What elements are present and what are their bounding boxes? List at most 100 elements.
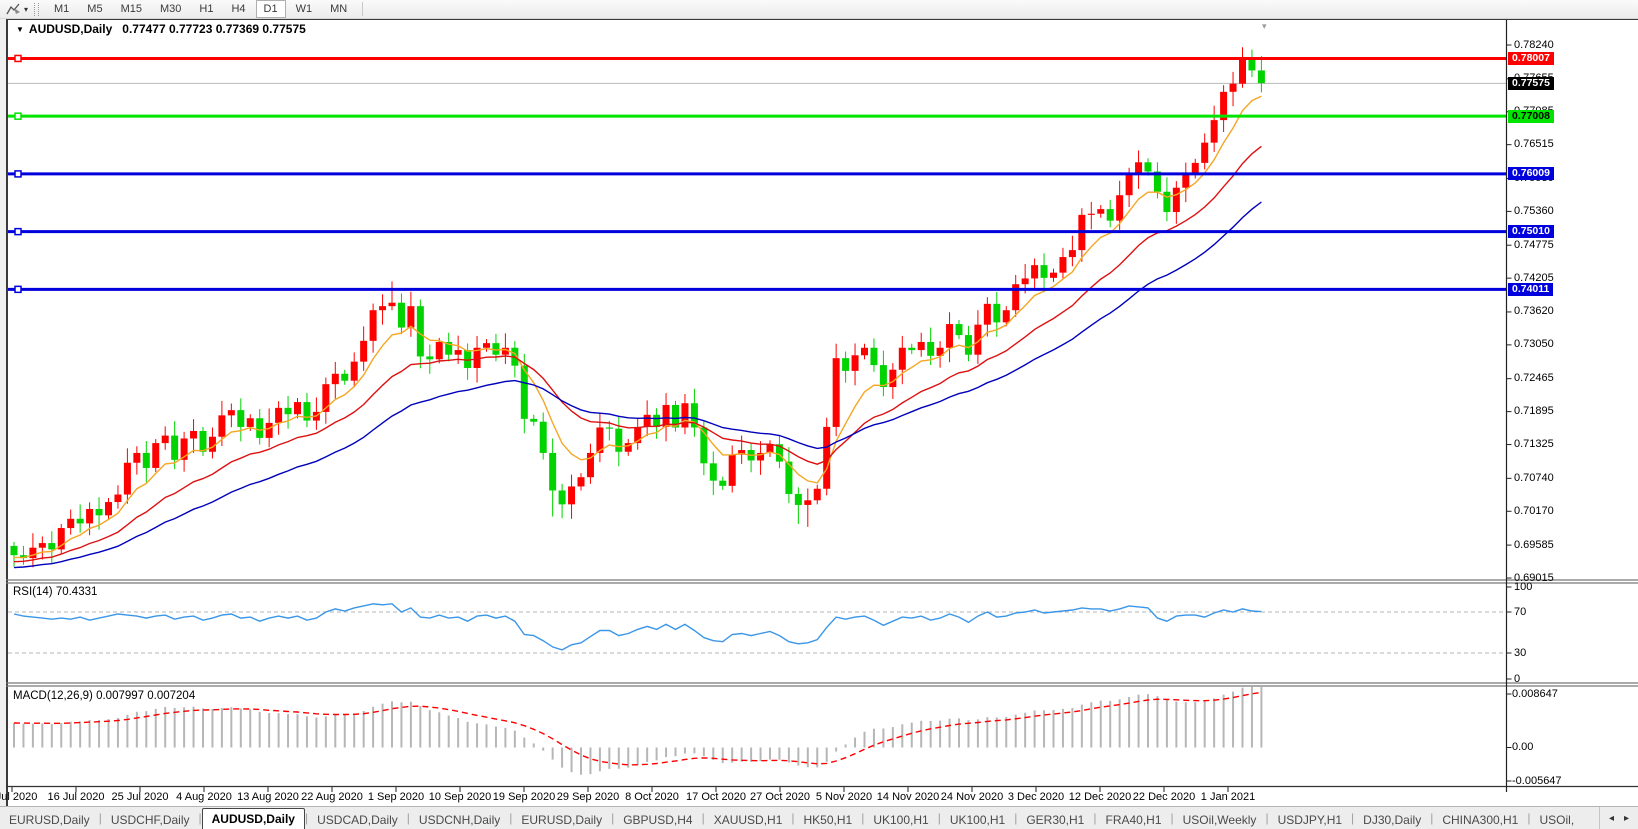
candle-body (407, 306, 414, 327)
tab-scroll-right-icon[interactable]: ▸ (1619, 813, 1634, 824)
timeframe-button-w1[interactable]: W1 (288, 0, 321, 18)
tab-uk100-h1[interactable]: UK100,H1 (864, 811, 937, 829)
candle-body (568, 486, 575, 504)
tab-uk100-h1[interactable]: UK100,H1 (941, 811, 1014, 829)
tab-audusd-daily[interactable]: AUDUSD,Daily (202, 808, 305, 829)
chart-title: ▼AUDUSD,Daily0.77477 0.77723 0.77369 0.7… (16, 22, 306, 36)
candle-body (351, 362, 358, 381)
timeframe-button-h4[interactable]: H4 (223, 0, 253, 18)
candle-body (861, 348, 868, 356)
candle-body (719, 481, 726, 486)
candle-body (11, 546, 18, 555)
candle-body (67, 519, 74, 528)
tab-fra40-h1[interactable]: FRA40,H1 (1096, 811, 1170, 829)
candle-body (1145, 162, 1152, 171)
candle-body (152, 443, 159, 468)
candle-body (29, 548, 36, 558)
candle-body (39, 543, 46, 548)
candle-body (993, 304, 1000, 322)
candle-body (644, 415, 651, 427)
candle-body (852, 355, 859, 371)
candle-body (256, 418, 263, 438)
candle-body (814, 489, 821, 501)
timeframe-button-m30[interactable]: M30 (152, 0, 189, 18)
candle-body (200, 431, 207, 452)
candle-body (1239, 59, 1246, 84)
moving-average-fast (14, 96, 1261, 557)
candle-body (464, 350, 471, 368)
candle-body (1088, 214, 1095, 215)
chart-title-dropdown-icon[interactable]: ▼ (16, 25, 24, 34)
candle-body (86, 509, 93, 523)
tab-gbpusd-h4[interactable]: GBPUSD,H4 (614, 811, 701, 829)
tab-dj30-daily[interactable]: DJ30,Daily (1354, 811, 1430, 829)
candle-body (927, 342, 934, 356)
tab-usdjpy-h1[interactable]: USDJPY,H1 (1269, 811, 1351, 829)
candle-body (492, 343, 499, 355)
timeframe-button-h1[interactable]: H1 (191, 0, 221, 18)
candle-body (1097, 209, 1104, 214)
candle-body (833, 358, 840, 427)
level-line-handle[interactable] (15, 55, 21, 61)
candle-body (171, 436, 178, 460)
timeframe-button-m15[interactable]: M15 (113, 0, 150, 18)
tab-usdcad-daily[interactable]: USDCAD,Daily (308, 811, 407, 829)
timeframe-button-m1[interactable]: M1 (46, 0, 77, 18)
tab-usdchf-daily[interactable]: USDCHF,Daily (102, 811, 199, 829)
candle-body (918, 342, 925, 350)
candle-body (77, 519, 84, 524)
candle-body (1230, 84, 1237, 92)
candle-body (285, 408, 292, 414)
tab-eurusd-daily[interactable]: EURUSD,Daily (0, 811, 99, 829)
candle-body (908, 348, 915, 350)
toolbar-grip[interactable] (34, 3, 39, 16)
line-studies-icon[interactable] (5, 2, 22, 16)
candle-body (162, 436, 169, 444)
candle-body (606, 428, 613, 429)
level-line-handle[interactable] (15, 229, 21, 235)
rsi-line (14, 604, 1261, 650)
timeframe-button-mn[interactable]: MN (322, 0, 355, 18)
tab-scroll-left-icon[interactable]: ◂ (1604, 813, 1619, 824)
candle-body (96, 509, 103, 515)
level-line-handle[interactable] (15, 113, 21, 119)
candle-body (984, 304, 991, 325)
candle-body (965, 335, 972, 355)
candle-body (681, 403, 688, 427)
timeframe-button-m5[interactable]: M5 (79, 0, 110, 18)
candle-body (710, 463, 717, 480)
candle-body (455, 350, 462, 355)
candle-body (237, 410, 244, 427)
candle-body (870, 348, 877, 365)
candle-body (1201, 143, 1208, 163)
candle-body (549, 453, 556, 491)
candle-body (436, 342, 443, 359)
timeframe-button-d1[interactable]: D1 (256, 0, 286, 18)
candle-body (360, 341, 367, 362)
level-line-handle[interactable] (15, 286, 21, 292)
candle-body (946, 324, 953, 348)
tab-xauusd-h1[interactable]: XAUUSD,H1 (705, 811, 792, 829)
candle-body (294, 402, 301, 414)
candle-body (266, 423, 273, 438)
tab-eurusd-daily[interactable]: EURUSD,Daily (512, 811, 611, 829)
tab-china300-h1[interactable]: CHINA300,H1 (1433, 811, 1527, 829)
tab-hk50-h1[interactable]: HK50,H1 (795, 811, 862, 829)
chart-symbol-period: AUDUSD,Daily (29, 22, 112, 36)
tab-ger30-h1[interactable]: GER30,H1 (1017, 811, 1093, 829)
chevron-down-icon[interactable]: ▾ (24, 5, 28, 14)
macd-pane[interactable] (14, 686, 1261, 774)
candle-body (899, 348, 906, 370)
tab-usoil[interactable]: USOil, (1530, 811, 1583, 829)
tab-usdcnh-daily[interactable]: USDCNH,Daily (410, 811, 509, 829)
chart-shift-marker-icon[interactable]: ▾ (1262, 21, 1267, 32)
tab-scroll-arrows: ◂▸ (1599, 807, 1638, 829)
candle-body (1022, 278, 1029, 284)
tab-usoil-weekly[interactable]: USOil,Weekly (1174, 811, 1266, 829)
rsi-pane[interactable] (8, 604, 1506, 653)
macd-pane-label: MACD(12,26,9) 0.007997 0.007204 (13, 690, 195, 702)
level-line-handle[interactable] (15, 171, 21, 177)
chart-canvas[interactable] (0, 0, 1638, 828)
candle-body (729, 455, 736, 486)
price-pane[interactable] (8, 47, 1506, 567)
